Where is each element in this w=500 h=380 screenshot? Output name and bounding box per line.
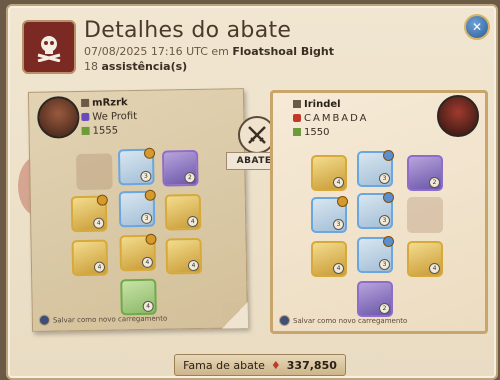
- killer-name: mRzrk: [81, 97, 128, 109]
- killer-save-loadout[interactable]: Salvar como novo carregamento: [38, 313, 167, 326]
- fame-icon: ♦: [270, 358, 281, 372]
- equipment-slot-weapon[interactable]: 3: [311, 196, 348, 233]
- killer-guild: We Profit: [81, 111, 137, 123]
- item-power-icon: [293, 128, 301, 136]
- kill-datetime: 07/08/2025 17:16 UTC em: [84, 45, 229, 58]
- victim-item-power: 1550: [293, 127, 329, 138]
- guild-icon: [81, 98, 90, 107]
- assist-count: 18 assistência(s): [84, 60, 188, 73]
- equipment-slot-bag[interactable]: 4: [311, 155, 347, 191]
- equipment-slot-food[interactable]: 4: [407, 241, 443, 277]
- fame-label: Fama de abate: [183, 358, 265, 372]
- equipment-slot-potion[interactable]: 4: [71, 239, 109, 277]
- equipment-slot-weapon[interactable]: 4: [70, 194, 108, 233]
- equipment-slot-offhand[interactable]: [407, 197, 443, 233]
- kill-datetime-location: 07/08/2025 17:16 UTC em Floatshoal Bight: [84, 45, 334, 58]
- equipment-slot-food[interactable]: 4: [165, 237, 203, 275]
- save-loadout-icon: [279, 315, 290, 326]
- item-power-icon: [81, 126, 90, 135]
- guild-crest-icon: [81, 112, 90, 121]
- equipment-slot-armor[interactable]: 3: [118, 189, 156, 228]
- page-title: Detalhes do abate: [84, 18, 292, 43]
- equipment-slot-mount[interactable]: 2: [357, 281, 393, 317]
- victim-save-loadout[interactable]: Salvar como novo carregamento: [279, 315, 407, 326]
- equipment-slot-head[interactable]: 3: [117, 147, 156, 186]
- equipment-slot-cape[interactable]: 2: [407, 155, 443, 191]
- victim-panel: Irindel CAMBADA 1550 4 3 2 3 3 4 3 4 2 S…: [270, 90, 488, 334]
- equipment-slot-cape[interactable]: 2: [161, 149, 199, 187]
- equipment-slot-potion[interactable]: 4: [311, 241, 347, 277]
- equipment-slot-armor[interactable]: 3: [357, 192, 394, 229]
- close-icon: ✕: [471, 20, 483, 34]
- killer-panel: mRzrk We Profit 1555 3 2 4 3 4 4 4 4 4 S…: [27, 88, 249, 332]
- killer-avatar[interactable]: [37, 96, 80, 139]
- equipment-slot-shoes[interactable]: 3: [357, 236, 394, 273]
- kill-location[interactable]: Floatshoal Bight: [232, 45, 334, 58]
- kill-details-window: Detalhes do abate 07/08/2025 17:16 UTC e…: [6, 4, 498, 380]
- victim-name: Irindel: [293, 99, 341, 110]
- fame-value: 337,850: [286, 358, 337, 372]
- equipment-slot-head[interactable]: 3: [357, 150, 394, 187]
- victim-avatar[interactable]: [437, 95, 479, 137]
- equipment-slot-bag[interactable]: [76, 153, 113, 191]
- equipment-slot-shoes[interactable]: 4: [119, 233, 157, 272]
- equipment-slot-mount[interactable]: 4: [120, 278, 157, 316]
- guild-crest-icon: [293, 114, 301, 122]
- kill-fame-bar: Fama de abate ♦ 337,850: [174, 354, 346, 376]
- skull-crossbones-icon: [22, 20, 76, 74]
- close-button[interactable]: ✕: [464, 14, 490, 40]
- killer-item-power: 1555: [81, 125, 118, 137]
- equipment-slot-offhand[interactable]: 4: [164, 193, 202, 231]
- victim-guild: CAMBADA: [293, 113, 369, 124]
- save-loadout-icon: [38, 314, 51, 326]
- guild-icon: [293, 100, 301, 108]
